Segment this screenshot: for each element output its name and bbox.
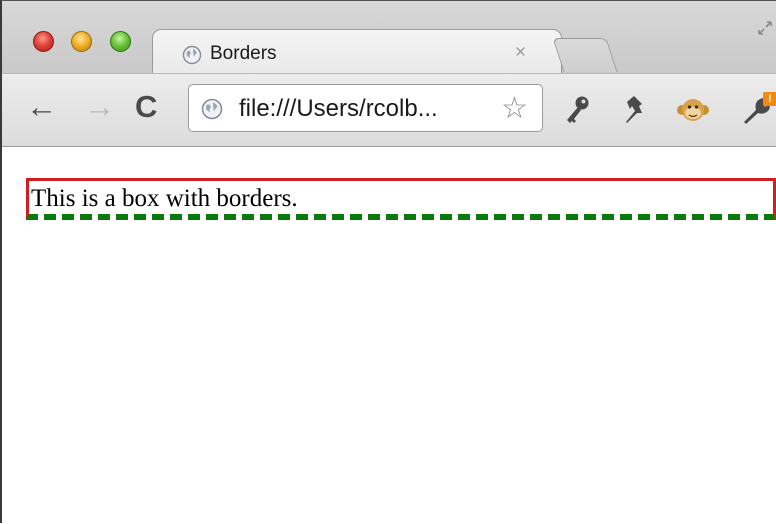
globe-icon <box>182 45 202 65</box>
tab-borders[interactable]: Borders × <box>152 29 562 75</box>
globe-icon <box>201 98 223 120</box>
close-window-button[interactable] <box>33 31 54 52</box>
fullscreen-icon[interactable] <box>756 19 774 37</box>
browser-toolbar: ← → C file:///Users/rcolb... ☆ ! <box>2 73 776 147</box>
tab-strip: Borders × <box>2 1 776 75</box>
tab-close-icon[interactable]: × <box>515 42 526 64</box>
box-text: This is a box with borders. <box>31 185 298 212</box>
key-icon[interactable] <box>562 94 592 126</box>
bordered-box: This is a box with borders. <box>26 178 776 220</box>
page-viewport: This is a box with borders. <box>4 147 776 524</box>
forward-button[interactable]: → <box>84 87 115 127</box>
pin-icon[interactable] <box>620 94 650 126</box>
back-button[interactable]: ← <box>26 87 57 127</box>
bookmark-star-icon[interactable]: ☆ <box>501 91 528 126</box>
tab-title: Borders <box>210 43 277 64</box>
minimize-window-button[interactable] <box>71 31 92 52</box>
update-badge: ! <box>763 92 776 106</box>
url-text[interactable]: file:///Users/rcolb... <box>239 95 438 123</box>
reload-button[interactable]: C <box>135 87 157 127</box>
new-tab-button[interactable] <box>552 38 618 72</box>
browser-window: Borders × ← → C file:///Users/rcolb... ☆ <box>0 0 776 524</box>
zoom-window-button[interactable] <box>110 31 131 52</box>
address-bar[interactable]: file:///Users/rcolb... ☆ <box>188 84 543 132</box>
monkey-icon[interactable] <box>677 94 709 126</box>
